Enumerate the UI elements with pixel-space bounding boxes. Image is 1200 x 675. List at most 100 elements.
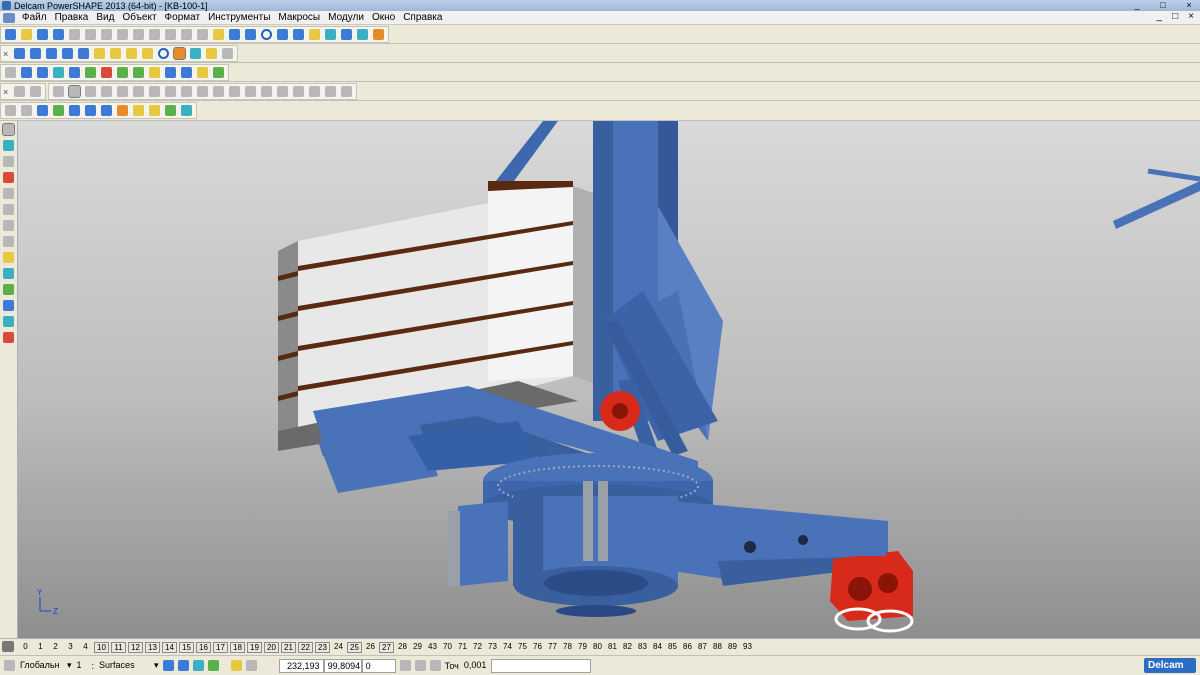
level-item[interactable]: 4 xyxy=(78,642,93,653)
tolerance-field[interactable]: 0,001 xyxy=(461,659,489,673)
doc-minimize-button[interactable]: _ xyxy=(1157,11,1163,22)
pick-icon[interactable] xyxy=(227,27,242,42)
feature-tree-icon[interactable] xyxy=(12,84,27,99)
solids-icon[interactable] xyxy=(83,65,98,80)
level-item[interactable]: 21 xyxy=(281,641,296,653)
die-icon[interactable] xyxy=(1,314,16,329)
level-item[interactable]: 19 xyxy=(247,641,262,653)
workplane-icon[interactable] xyxy=(1,138,16,153)
toolbar-close-icon[interactable]: × xyxy=(3,49,11,59)
level-number-field[interactable]: 1 xyxy=(74,659,90,673)
cursor-mode-icon[interactable] xyxy=(413,658,428,673)
paste-icon[interactable] xyxy=(115,27,130,42)
electrode-icon[interactable] xyxy=(1,266,16,281)
level-item[interactable]: 78 xyxy=(560,642,575,653)
tools-icon[interactable] xyxy=(371,27,386,42)
menu-macros[interactable]: Макросы xyxy=(274,12,324,23)
level-item[interactable]: 72 xyxy=(470,642,485,653)
shell-icon[interactable] xyxy=(147,84,162,99)
material-icon[interactable] xyxy=(99,65,114,80)
level-item[interactable]: 70 xyxy=(440,642,455,653)
delete-icon[interactable] xyxy=(147,27,162,42)
rotate-icon[interactable] xyxy=(156,46,171,61)
menu-help[interactable]: Справка xyxy=(399,12,446,23)
command-input[interactable] xyxy=(490,658,591,673)
extrude-icon[interactable] xyxy=(51,84,66,99)
thread-icon[interactable] xyxy=(307,84,322,99)
feature-icon[interactable] xyxy=(163,65,178,80)
level-item[interactable]: 3 xyxy=(63,642,78,653)
level-item[interactable]: 17 xyxy=(213,641,228,653)
level-item[interactable]: 81 xyxy=(605,642,620,653)
boolean-subtract-icon[interactable] xyxy=(195,84,210,99)
measure-icon[interactable] xyxy=(195,27,210,42)
coordinates-icon[interactable] xyxy=(35,103,50,118)
curve-icon[interactable] xyxy=(243,27,258,42)
text-icon[interactable] xyxy=(1,234,16,249)
document-icon[interactable] xyxy=(3,12,15,23)
level-dropdown-icon[interactable]: ▾ xyxy=(152,660,161,671)
coord-mode-icon[interactable] xyxy=(398,658,413,673)
level-item[interactable]: 15 xyxy=(179,641,194,653)
level-item[interactable]: 14 xyxy=(162,641,177,653)
hand-icon[interactable] xyxy=(220,46,235,61)
view-side-icon[interactable] xyxy=(28,46,43,61)
surface-fill-icon[interactable] xyxy=(99,103,114,118)
coord-z-field[interactable]: 0 xyxy=(361,658,396,673)
level-item[interactable]: 23 xyxy=(315,641,330,653)
analysis-icon[interactable] xyxy=(195,65,210,80)
level-item[interactable]: 82 xyxy=(620,642,635,653)
history-icon[interactable] xyxy=(28,84,43,99)
workplane-select[interactable]: Глобальн xyxy=(17,659,65,673)
grid-icon[interactable] xyxy=(244,658,259,673)
grip-handle-icon[interactable] xyxy=(3,103,18,118)
layers-icon[interactable] xyxy=(35,65,50,80)
selection-filter2-icon[interactable] xyxy=(176,658,191,673)
doc-restore-button[interactable]: □ xyxy=(1172,11,1178,22)
level-item[interactable]: 83 xyxy=(635,642,650,653)
level-item[interactable]: 2 xyxy=(48,642,63,653)
face-edit-icon[interactable] xyxy=(323,84,338,99)
surface-drive-icon[interactable] xyxy=(83,103,98,118)
level-item[interactable]: 87 xyxy=(695,642,710,653)
surface-blend-icon[interactable] xyxy=(115,103,130,118)
level-item[interactable]: 22 xyxy=(298,641,313,653)
coord-y-field[interactable]: 99,8094 xyxy=(323,658,362,673)
level-item[interactable]: 12 xyxy=(128,641,143,653)
boolean-add-icon[interactable] xyxy=(179,84,194,99)
minimize-button[interactable]: _ xyxy=(1130,0,1144,10)
mold-icon[interactable] xyxy=(1,298,16,313)
edit-icon[interactable] xyxy=(131,27,146,42)
view-iso2-icon[interactable] xyxy=(76,46,91,61)
level-item[interactable]: 93 xyxy=(740,642,755,653)
cut-solid-icon[interactable] xyxy=(227,84,242,99)
mirror-icon[interactable] xyxy=(259,84,274,99)
select-icon[interactable] xyxy=(211,27,226,42)
surface-offset-icon[interactable] xyxy=(163,103,178,118)
close-button[interactable]: × xyxy=(1182,0,1196,10)
cone-icon[interactable] xyxy=(131,65,146,80)
grip-handle-icon[interactable] xyxy=(3,65,18,80)
level-item[interactable]: 13 xyxy=(145,641,160,653)
circle-icon[interactable] xyxy=(259,27,274,42)
solid-icon[interactable] xyxy=(339,27,354,42)
split-icon[interactable] xyxy=(243,84,258,99)
shaded-icon[interactable] xyxy=(172,46,187,61)
save-icon[interactable] xyxy=(35,27,50,42)
mesh-icon[interactable] xyxy=(355,27,370,42)
doc-close-button[interactable]: × xyxy=(1188,11,1194,22)
snap-mode-icon[interactable] xyxy=(428,658,443,673)
surface-ruled-icon[interactable] xyxy=(179,103,194,118)
spline-icon[interactable] xyxy=(275,27,290,42)
level-item[interactable]: 77 xyxy=(545,642,560,653)
menu-edit[interactable]: Правка xyxy=(51,12,93,23)
level-item[interactable]: 28 xyxy=(395,642,410,653)
zoom-fit-icon[interactable] xyxy=(140,46,155,61)
open-model-icon[interactable] xyxy=(19,27,34,42)
level-name-select[interactable]: Surfaces xyxy=(96,659,152,673)
surface-patch-icon[interactable] xyxy=(51,103,66,118)
level-item[interactable]: 16 xyxy=(196,641,211,653)
menu-file[interactable]: Файл xyxy=(18,12,51,23)
snap-settings-icon[interactable] xyxy=(229,658,244,673)
toolbar-close-icon[interactable]: × xyxy=(3,87,11,97)
